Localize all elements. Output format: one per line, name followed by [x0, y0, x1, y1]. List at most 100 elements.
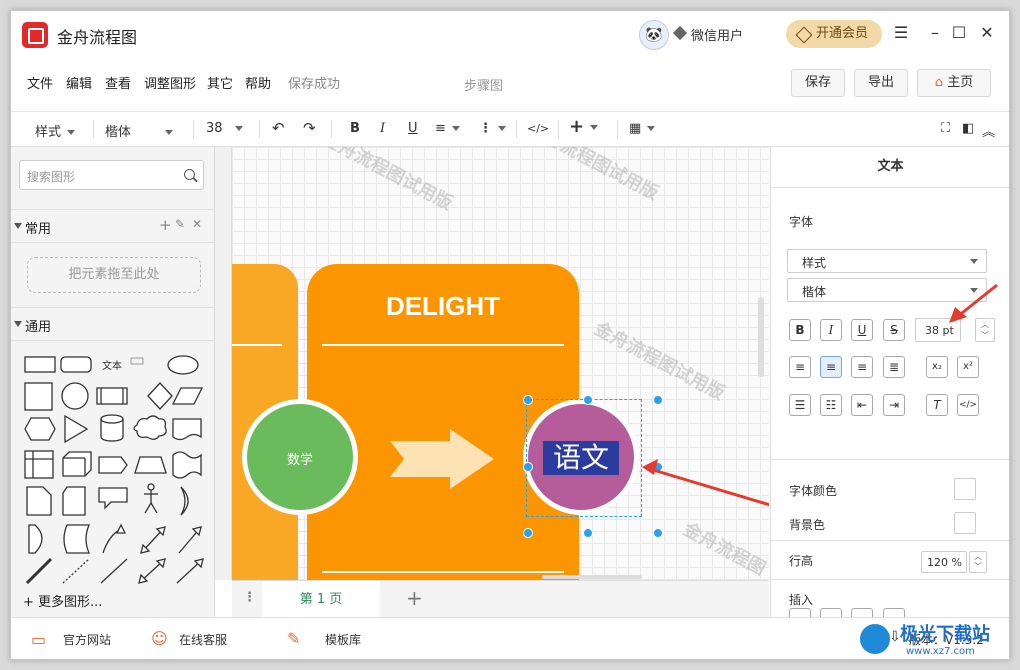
line-height-stepper[interactable]: ︿ ﹀ [969, 551, 987, 573]
italic-icon[interactable]: I [820, 319, 842, 341]
justify-icon[interactable]: ≣ [883, 356, 905, 378]
text-shape-label: 文本 [102, 359, 122, 372]
bg-color-swatch[interactable] [954, 512, 976, 534]
insert-image-icon[interactable] [820, 608, 842, 617]
style-dropdown[interactable]: 样式 [35, 121, 76, 140]
insert-table-icon[interactable] [883, 608, 905, 617]
collapse-icon[interactable]: ︽ [982, 121, 995, 140]
resize-handle[interactable] [523, 395, 533, 405]
font-family-dropdown[interactable]: 楷体 [105, 121, 177, 140]
font-color-swatch[interactable] [954, 478, 976, 500]
font-color-label: 字体颜色 [789, 484, 838, 498]
home-button[interactable]: ⌂ 主页 [917, 69, 991, 97]
undo-icon[interactable]: ↶ [272, 119, 285, 137]
clear-format-icon[interactable]: T [926, 394, 948, 416]
insert-hr-icon[interactable] [851, 608, 873, 617]
html-icon[interactable]: </> [957, 394, 979, 416]
strikethrough-icon[interactable]: S [883, 319, 905, 341]
menu-file[interactable]: 文件 [27, 73, 53, 92]
resize-handle[interactable] [653, 528, 663, 538]
bullet-list-icon[interactable]: ☷ [820, 394, 842, 416]
numbered-list-icon[interactable]: ☰ [789, 394, 811, 416]
align-right-icon[interactable]: ≡ [851, 356, 873, 378]
minimize-icon[interactable]: – [925, 23, 945, 43]
menu-view[interactable]: 查看 [105, 73, 131, 92]
divider [516, 120, 517, 138]
font-size-label: 38 [206, 121, 223, 136]
vip-button[interactable]: 开通会员 [786, 20, 882, 48]
menu-edit[interactable]: 编辑 [66, 73, 92, 92]
page-tab-1[interactable]: 第 1 页 [262, 581, 380, 618]
style-select[interactable]: 样式 [787, 249, 987, 273]
resize-handle[interactable] [523, 462, 533, 472]
resize-handle[interactable] [523, 528, 533, 538]
line-height-input[interactable]: 120 % [921, 551, 967, 573]
insert-link-icon[interactable] [789, 608, 811, 617]
arrow-right-icon[interactable] [390, 429, 498, 489]
more-shapes-link[interactable]: + 更多图形... [23, 591, 102, 610]
close-icon[interactable]: ✕ [192, 217, 202, 231]
panel-toggle-icon[interactable]: ◧ [962, 121, 974, 136]
monitor-icon[interactable]: ▭ [31, 630, 46, 649]
add-page-icon[interactable]: + [406, 586, 423, 610]
menu-other[interactable]: 其它 [207, 73, 233, 92]
section-general[interactable]: 通用 [11, 307, 214, 341]
sidebar-splitter[interactable] [215, 147, 232, 580]
menu-icon[interactable]: ☰ [891, 23, 911, 43]
selection-box [526, 399, 642, 517]
insert-plus-icon[interactable]: + [569, 116, 599, 137]
outdent-icon[interactable]: ⇤ [851, 394, 873, 416]
chevron-down-icon [451, 126, 460, 131]
user-avatar[interactable]: 🐼 [639, 20, 669, 50]
page-menu-icon[interactable]: ⋮ [243, 590, 256, 605]
close-icon[interactable]: ✕ [977, 23, 997, 43]
underline-icon[interactable]: U [408, 121, 418, 136]
watermark: 金舟流程图试用版 [590, 318, 728, 405]
menu-help[interactable]: 帮助 [245, 73, 271, 92]
username[interactable]: 微信用户 [691, 25, 743, 44]
export-button[interactable]: 导出 [854, 69, 908, 97]
horizontal-scrollbar[interactable] [542, 575, 642, 579]
search-icon[interactable] [184, 169, 195, 180]
bold-icon[interactable]: B [789, 319, 811, 341]
align-icon[interactable]: ≡ [435, 121, 460, 136]
maximize-icon[interactable]: ☐ [949, 23, 969, 43]
tab-text[interactable]: 文本 [771, 147, 1009, 188]
math-label[interactable]: 数学 [242, 449, 358, 468]
delight-title[interactable]: DELIGHT [307, 291, 579, 322]
resize-handle[interactable] [583, 528, 593, 538]
underline-icon[interactable]: U [851, 319, 873, 341]
format-panel: 文本 字体 样式 楷体 B I U S 38 pt ︿ ﹀ ≡ ≡ ≡ ≣ x₂ … [770, 147, 1009, 617]
superscript-icon[interactable]: x² [957, 356, 979, 378]
shape-palette[interactable]: 文本 [11, 345, 214, 585]
online-service-link[interactable]: 在线客服 [179, 631, 227, 648]
template-icon[interactable]: ✎ [287, 629, 300, 648]
document-title[interactable]: 步骤图 [464, 75, 503, 94]
add-icon[interactable]: + [159, 216, 172, 234]
font-size-dropdown[interactable]: 38 [206, 121, 243, 136]
save-button[interactable]: 保存 [791, 69, 845, 97]
more-vertical-icon[interactable]: ⋮ [479, 121, 506, 136]
subscript-icon[interactable]: x₂ [926, 356, 948, 378]
diagram-canvas[interactable]: DELIGHT 数学 语文 金舟流程图试用版 金舟流程图试用版 金舟流程图试用版… [232, 147, 769, 580]
italic-icon[interactable]: I [380, 121, 385, 136]
template-library-link[interactable]: 模板库 [325, 631, 361, 648]
align-left-icon[interactable]: ≡ [789, 356, 811, 378]
service-icon[interactable]: ☺ [151, 629, 168, 648]
edit-icon[interactable]: ✎ [175, 217, 185, 231]
fullscreen-icon[interactable]: ⛶ [941, 121, 950, 136]
indent-icon[interactable]: ⇥ [883, 394, 905, 416]
align-center-icon[interactable]: ≡ [820, 356, 842, 378]
menu-adjust-shape[interactable]: 调整图形 [144, 73, 196, 92]
redo-icon[interactable]: ↷ [303, 119, 316, 137]
drop-area[interactable]: 把元素拖至此处 [27, 257, 201, 293]
resize-handle[interactable] [583, 395, 593, 405]
vertical-scrollbar[interactable] [758, 297, 764, 377]
code-icon[interactable]: </> [527, 122, 549, 135]
search-input[interactable]: 搜索图形 [19, 160, 204, 190]
table-icon[interactable]: ▦ [629, 121, 656, 136]
official-website-link[interactable]: 官方网站 [63, 631, 111, 648]
section-common[interactable]: 常用 + ✎ ✕ [11, 209, 214, 243]
bold-icon[interactable]: B [350, 121, 360, 136]
resize-handle[interactable] [653, 395, 663, 405]
